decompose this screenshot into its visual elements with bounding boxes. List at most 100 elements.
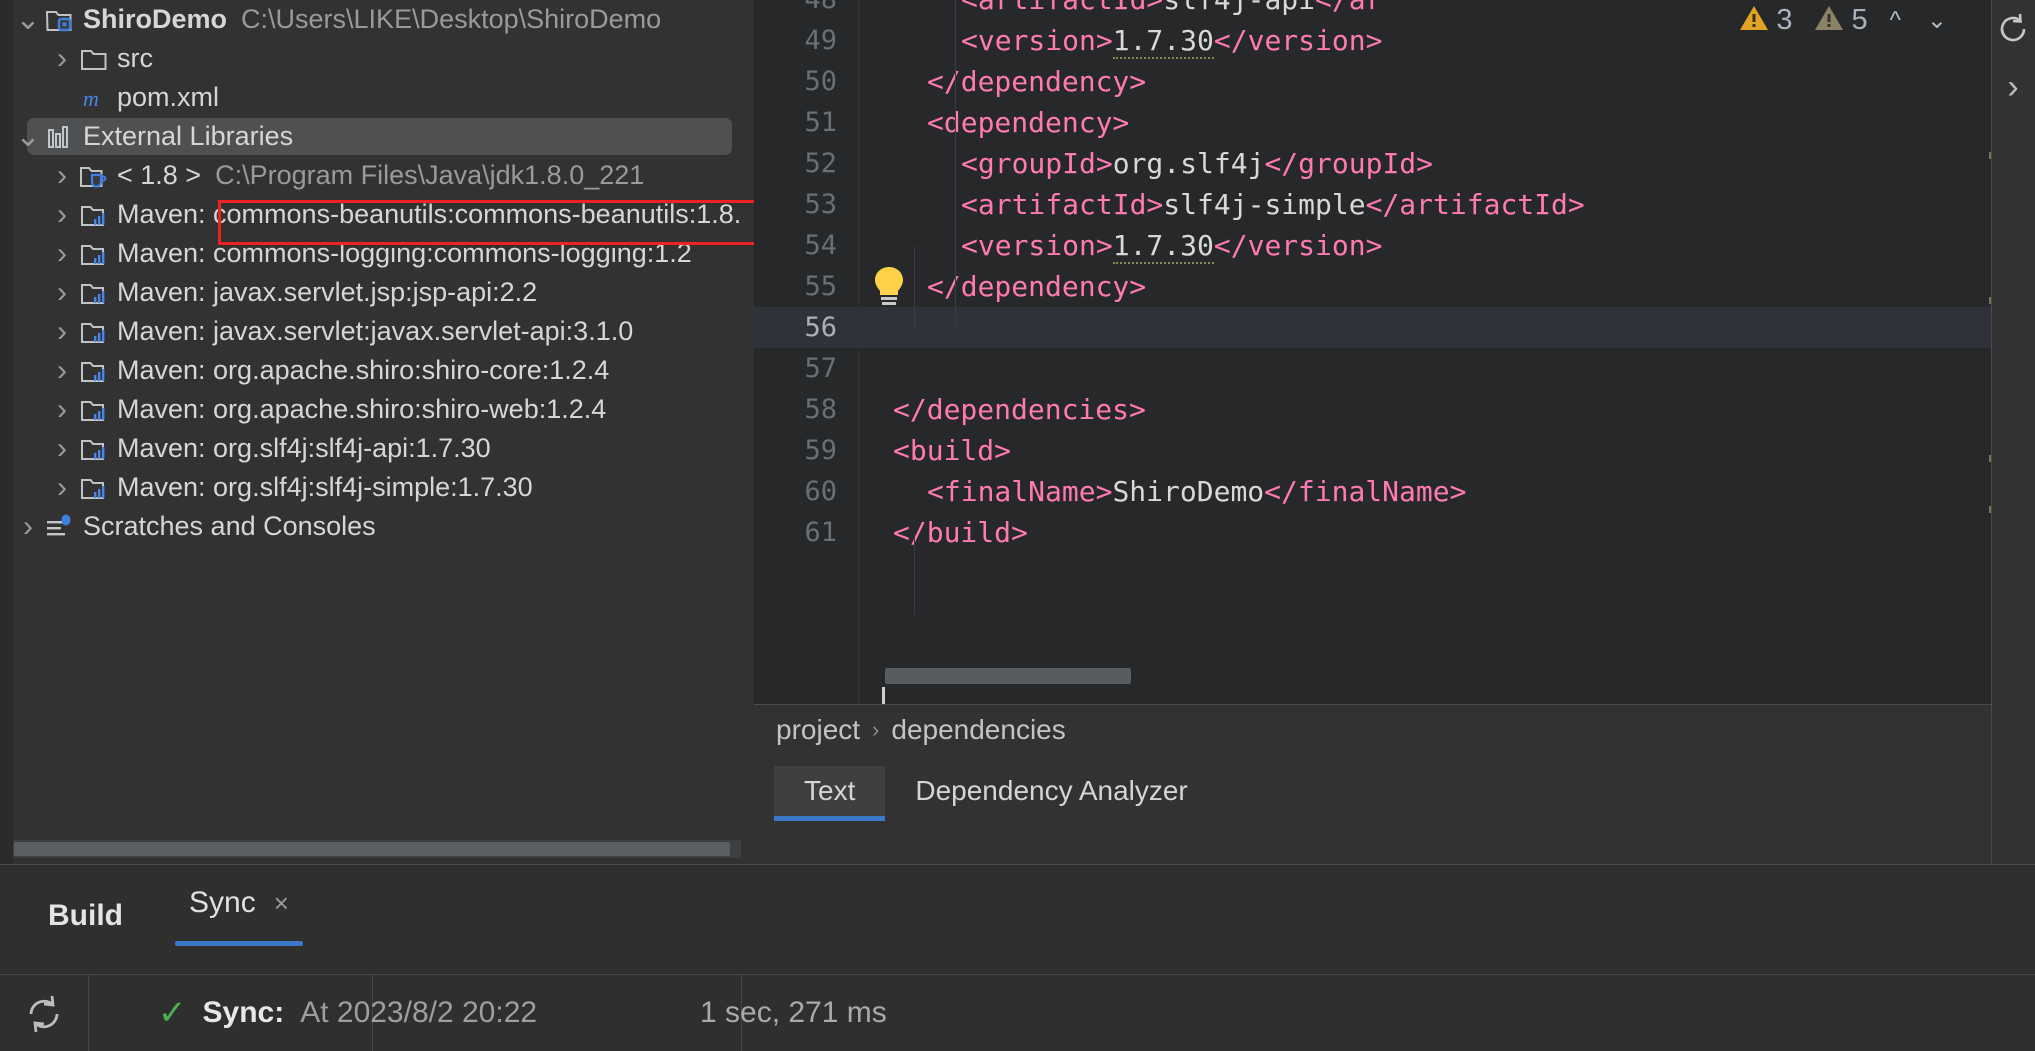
tree-item-label: src: [117, 43, 153, 73]
code-line-54[interactable]: 54 <version>1.7.30</version>: [754, 225, 2035, 266]
folder-icon: [77, 45, 111, 73]
code-line-51[interactable]: 51 <dependency>: [754, 102, 2035, 143]
xml-value: 1.7.30: [1112, 229, 1214, 264]
chevron-right-icon[interactable]: ›: [47, 43, 77, 74]
tree-item-maven-servlet-api[interactable]: › Maven: javax.servlet:javax.servlet-api…: [13, 312, 754, 351]
jdk-icon: [77, 162, 111, 190]
weak-warning-triangle-icon: [1814, 4, 1844, 37]
breadcrumb-item-dependencies[interactable]: dependencies: [891, 714, 1065, 746]
code-line-52[interactable]: 52 <groupId>org.slf4j</groupId>: [754, 143, 2035, 184]
line-number: 48: [754, 0, 859, 15]
refresh-icon[interactable]: [22, 992, 66, 1041]
chevron-right-icon[interactable]: ›: [47, 277, 77, 308]
line-number: 49: [804, 25, 837, 56]
build-panel-header[interactable]: Build Sync ×: [48, 886, 303, 946]
code-line-57[interactable]: 57: [754, 348, 2035, 389]
breadcrumb-item-project[interactable]: project: [776, 714, 860, 746]
chevron-right-icon[interactable]: ›: [47, 394, 77, 425]
chevron-right-icon[interactable]: ›: [47, 316, 77, 347]
editor-view-tabs[interactable]: Text Dependency Analyzer: [774, 766, 1218, 821]
chevron-down-icon[interactable]: ⌄: [13, 121, 43, 152]
weak-warning-indicator[interactable]: 5: [1814, 4, 1868, 37]
code-line-60[interactable]: 60 <finalName>ShiroDemo</finalName>: [754, 471, 2035, 512]
code-line-59[interactable]: 59 <build>: [754, 430, 2035, 471]
xml-tag: <dependency>: [927, 106, 1130, 139]
xml-tag: <build>: [893, 434, 1012, 467]
project-tool-window[interactable]: ⌄ ShiroDemo C:\Users\LIKE\Desktop\ShiroDe…: [0, 0, 754, 864]
maven-m-icon: m: [77, 84, 111, 112]
breadcrumb[interactable]: project › dependencies: [776, 714, 1066, 746]
lightbulb-icon[interactable]: [872, 265, 906, 312]
tree-item-maven-shiro-core[interactable]: › Maven: org.apache.shiro:shiro-core:1.2…: [13, 351, 754, 390]
inspection-widget[interactable]: 3 5 ^ ⌄: [1739, 4, 1947, 37]
tree-item-scratches-and-consoles[interactable]: › Scratches and Consoles: [13, 507, 754, 546]
project-tree[interactable]: ⌄ ShiroDemo C:\Users\LIKE\Desktop\ShiroDe…: [13, 0, 754, 546]
code-line-55[interactable]: 55 </dependency>: [754, 266, 2035, 307]
warning-indicator[interactable]: 3: [1739, 4, 1792, 37]
line-number: 60: [804, 476, 837, 507]
sidebar-scrollbar-thumb[interactable]: [14, 842, 730, 856]
line-number: 55: [804, 271, 837, 302]
tree-item-path: C:\Users\LIKE\Desktop\ShiroDemo: [241, 4, 662, 34]
reload-icon[interactable]: [1991, 12, 2035, 46]
sync-status-label: Sync:: [202, 996, 285, 1029]
text-caret: [882, 687, 885, 704]
code-line-58[interactable]: 58 </dependencies>: [754, 389, 2035, 430]
tree-item-external-libraries[interactable]: ⌄ External Libraries: [13, 117, 754, 156]
library-icon: [43, 123, 77, 151]
chevron-right-icon[interactable]: ›: [13, 511, 43, 542]
tab-dependency-analyzer[interactable]: Dependency Analyzer: [885, 766, 1217, 818]
chevron-right-icon[interactable]: ›: [47, 355, 77, 386]
tree-item-maven-jsp-api[interactable]: › Maven: javax.servlet.jsp:jsp-api:2.2: [13, 273, 754, 312]
build-tool-window[interactable]: Build Sync × ✓ Sync: At 2023/8/2 20:22 1…: [0, 864, 2035, 1051]
editor-horizontal-scrollbar-thumb[interactable]: [885, 668, 1131, 684]
xml-tag: </artifactId>: [1365, 188, 1585, 221]
tree-item-label: Maven: javax.servlet:javax.servlet-api:3…: [117, 316, 634, 346]
indent-guide: [914, 246, 915, 328]
code-line-50[interactable]: 50 </dependency>: [754, 61, 2035, 102]
line-number: 57: [804, 353, 837, 384]
xml-tag: </finalName>: [1264, 475, 1467, 508]
tree-item-maven-commons-beanutils[interactable]: › Maven: commons-beanutils:commons-beanu…: [13, 195, 754, 234]
code-text: <version>1.7.30</version>: [859, 24, 1382, 59]
build-panel-top-divider: [0, 864, 2035, 865]
close-icon[interactable]: ×: [274, 888, 289, 919]
code-line-61[interactable]: 61 </build>: [754, 512, 2035, 553]
code-line-56[interactable]: 56: [754, 307, 2035, 348]
line-number: 56: [804, 312, 837, 343]
chevron-right-icon[interactable]: ›: [47, 433, 77, 464]
chevron-right-icon[interactable]: ›: [47, 472, 77, 503]
chevron-up-icon[interactable]: ^: [1890, 7, 1901, 35]
build-tab-sync[interactable]: Sync ×: [175, 886, 303, 946]
chevron-down-icon[interactable]: ⌄: [1927, 6, 1947, 35]
code-text: <finalName>ShiroDemo</finalName>: [859, 475, 1466, 508]
chevron-down-icon[interactable]: ⌄: [13, 4, 43, 35]
chevron-right-icon[interactable]: ›: [47, 199, 77, 230]
tree-item-jdk[interactable]: › < 1.8 > C:\Program Files\Java\jdk1.8.0_…: [13, 156, 754, 195]
sidebar-horizontal-scrollbar[interactable]: [13, 840, 741, 858]
chevron-right-icon[interactable]: ›: [47, 238, 77, 269]
tree-item-maven-shiro-web[interactable]: › Maven: org.apache.shiro:shiro-web:1.2.…: [13, 390, 754, 429]
build-status-row[interactable]: ✓ Sync: At 2023/8/2 20:22 1 sec, 271 ms: [110, 975, 2035, 1051]
expand-right-icon[interactable]: ›: [1991, 68, 2035, 107]
xml-tag: </dependency>: [927, 65, 1147, 98]
code-text: </dependencies>: [859, 393, 1146, 426]
tree-item-shirodemo[interactable]: ⌄ ShiroDemo C:\Users\LIKE\Desktop\ShiroDe…: [13, 0, 754, 39]
tree-item-maven-commons-logging[interactable]: › Maven: commons-logging:commons-logging…: [13, 234, 754, 273]
xml-value: org.slf4j: [1112, 147, 1265, 180]
code-editor[interactable]: 48<artifactId>slf4j-api</ar49<version>1.…: [754, 0, 2035, 704]
line-number: 50: [804, 66, 837, 97]
tree-item-src[interactable]: › src: [13, 39, 754, 78]
tab-text[interactable]: Text: [774, 766, 886, 821]
code-line-53[interactable]: 53 <artifactId>slf4j-simple</artifactId>: [754, 184, 2035, 225]
line-number: 51: [804, 107, 837, 138]
maven-lib-icon: [77, 201, 111, 229]
tree-item-label: Maven: org.apache.shiro:shiro-core:1.2.4: [117, 355, 610, 385]
build-panel-title: Build: [48, 899, 123, 932]
tree-item-maven-slf4j-api[interactable]: › Maven: org.slf4j:slf4j-api:1.7.30: [13, 429, 754, 468]
xml-tag: </ar: [1315, 0, 1382, 16]
tree-item-maven-slf4j-simple[interactable]: › Maven: org.slf4j:slf4j-simple:1.7.30: [13, 468, 754, 507]
tree-item-pom-xml[interactable]: m pom.xml: [13, 78, 754, 117]
tree-item-label: Maven: javax.servlet.jsp:jsp-api:2.2: [117, 277, 538, 307]
chevron-right-icon[interactable]: ›: [47, 160, 77, 191]
